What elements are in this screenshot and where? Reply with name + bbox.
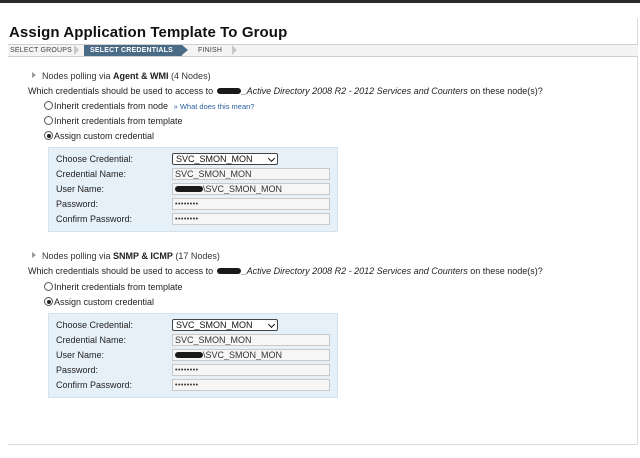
user-name-value: \SVC_SMON_MON	[203, 350, 283, 360]
choose-credential-label: Choose Credential:	[56, 154, 134, 164]
window-top-bar	[0, 0, 640, 3]
radio-label: Assign custom credential	[54, 131, 155, 141]
question-prefix: Which credentials should be used to acce…	[28, 86, 216, 96]
password-label: Password:	[56, 365, 99, 375]
radio-inherit-from-template[interactable]: Inherit credentials from template	[44, 116, 183, 126]
credential-name-label: Credential Name:	[56, 335, 127, 345]
question-prefix: Which credentials should be used to acce…	[28, 266, 216, 276]
section-heading-count: (17 Nodes)	[172, 251, 220, 261]
wizard-step-finish[interactable]: FINISH	[198, 45, 222, 56]
chevron-down-icon	[267, 154, 276, 163]
chevron-down-icon	[267, 320, 276, 329]
radio-label: Assign custom credential	[54, 297, 155, 307]
wizard-progress: SELECT GROUPS SELECT CREDENTIALS FINISH	[8, 44, 638, 57]
question-suffix: on these node(s)?	[467, 266, 543, 276]
what-does-this-mean-link[interactable]: » What does this mean?	[174, 102, 255, 111]
radio-button[interactable]	[44, 282, 53, 291]
confirm-password-field[interactable]: ••••••••	[172, 213, 330, 225]
credential-question: Which credentials should be used to acce…	[28, 86, 543, 96]
confirm-password-field[interactable]: ••••••••	[172, 379, 330, 391]
radio-button[interactable]	[44, 101, 53, 110]
wizard-step-select-credentials[interactable]: SELECT CREDENTIALS	[84, 45, 188, 56]
credential-name-field[interactable]: SVC_SMON_MON	[172, 168, 330, 180]
redacted-text	[175, 186, 203, 192]
expand-triangle-icon[interactable]	[32, 72, 36, 78]
wizard-separator-icon	[232, 45, 237, 55]
confirm-password-label: Confirm Password:	[56, 214, 133, 224]
credential-name-field[interactable]: SVC_SMON_MON	[172, 334, 330, 346]
section-snmp-icmp-heading[interactable]: Nodes polling via SNMP & ICMP (17 Nodes)	[32, 251, 220, 261]
redacted-text	[175, 352, 203, 358]
radio-label: Inherit credentials from template	[54, 282, 183, 292]
section-heading-protocol: Agent & WMI	[113, 71, 169, 81]
user-name-label: User Name:	[56, 350, 105, 360]
credential-name-label: Credential Name:	[56, 169, 127, 179]
section-heading-protocol: SNMP & ICMP	[113, 251, 173, 261]
custom-credential-panel: Choose Credential: SVC_SMON_MON Credenti…	[48, 147, 338, 232]
radio-button-selected[interactable]	[44, 297, 53, 306]
section-heading-prefix: Nodes polling via	[42, 251, 114, 261]
wizard-step-select-groups[interactable]: SELECT GROUPS	[10, 45, 72, 56]
credential-question: Which credentials should be used to acce…	[28, 266, 543, 276]
password-label: Password:	[56, 199, 99, 209]
section-agent-wmi-heading[interactable]: Nodes polling via Agent & WMI (4 Nodes)	[32, 71, 211, 81]
user-name-field[interactable]: \SVC_SMON_MON	[172, 349, 330, 361]
question-suffix: on these node(s)?	[467, 86, 543, 96]
radio-label: Inherit credentials from node	[54, 101, 169, 111]
choose-credential-label: Choose Credential:	[56, 320, 134, 330]
choose-credential-select[interactable]: SVC_SMON_MON	[172, 153, 278, 165]
select-value: SVC_SMON_MON	[176, 320, 253, 330]
user-name-label: User Name:	[56, 184, 105, 194]
redacted-text	[216, 268, 241, 274]
section-heading-count: (4 Nodes)	[168, 71, 211, 81]
radio-assign-custom[interactable]: Assign custom credential	[44, 131, 154, 141]
custom-credential-panel: Choose Credential: SVC_SMON_MON Credenti…	[48, 313, 338, 398]
radio-label: Inherit credentials from template	[54, 116, 183, 126]
radio-assign-custom[interactable]: Assign custom credential	[44, 297, 154, 307]
select-value: SVC_SMON_MON	[176, 154, 253, 164]
password-field[interactable]: ••••••••	[172, 364, 330, 376]
radio-button[interactable]	[44, 116, 53, 125]
page-title: Assign Application Template To Group	[9, 24, 288, 41]
user-name-field[interactable]: \SVC_SMON_MON	[172, 183, 330, 195]
radio-inherit-from-template[interactable]: Inherit credentials from template	[44, 282, 183, 292]
radio-inherit-from-node[interactable]: Inherit credentials from node » What doe…	[44, 101, 254, 111]
redacted-text	[216, 88, 241, 94]
section-heading-prefix: Nodes polling via	[42, 71, 114, 81]
choose-credential-select[interactable]: SVC_SMON_MON	[172, 319, 278, 331]
user-name-value: \SVC_SMON_MON	[203, 184, 283, 194]
radio-button-selected[interactable]	[44, 131, 53, 140]
wizard-separator-icon	[74, 45, 79, 55]
password-field[interactable]: ••••••••	[172, 198, 330, 210]
expand-triangle-icon[interactable]	[32, 252, 36, 258]
template-name: _Active Directory 2008 R2 - 2012 Service…	[241, 266, 468, 276]
template-name: _Active Directory 2008 R2 - 2012 Service…	[241, 86, 468, 96]
confirm-password-label: Confirm Password:	[56, 380, 133, 390]
